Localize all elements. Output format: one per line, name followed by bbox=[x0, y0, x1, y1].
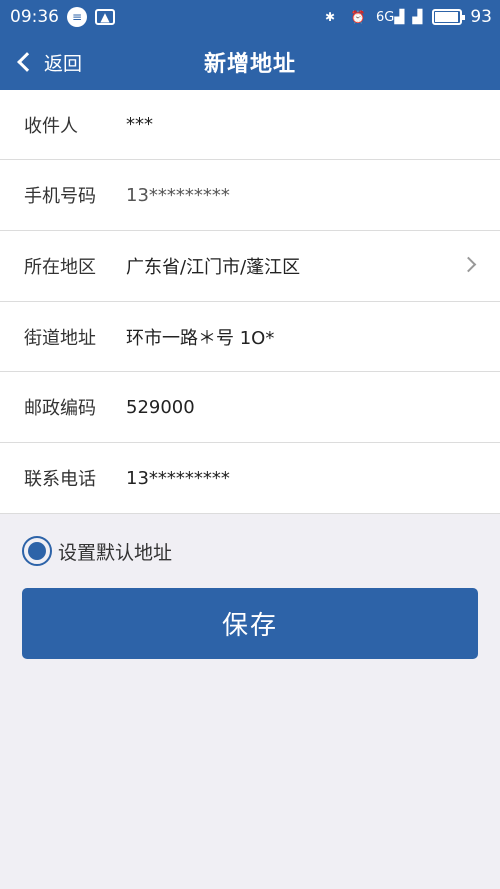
page-title: 新增地址 bbox=[203, 52, 296, 77]
postcode-row[interactable]: 邮政编码 529000 bbox=[0, 372, 500, 443]
mobile-label: 手机号码 bbox=[24, 186, 96, 207]
chevron-left-icon bbox=[17, 52, 37, 72]
save-container: 保存 bbox=[0, 588, 500, 659]
status-bar: 09:36 ≡ ▲ ✱ ⏰ 6G ▟ ▟ 93 bbox=[0, 0, 500, 34]
battery-icon bbox=[432, 9, 466, 25]
region-label: 所在地区 bbox=[24, 257, 96, 278]
default-address-radio[interactable] bbox=[22, 536, 52, 566]
image-message-icon: ▲ bbox=[95, 9, 115, 25]
phone-field[interactable]: 13********* bbox=[126, 468, 476, 489]
postcode-label: 邮政编码 bbox=[24, 398, 96, 419]
street-row[interactable]: 街道地址 环市一路＊号 1O* bbox=[0, 302, 500, 372]
back-label: 返回 bbox=[44, 52, 83, 75]
save-button[interactable]: 保存 bbox=[22, 588, 478, 659]
alarm-clock-icon: ⏰ bbox=[350, 10, 366, 24]
postcode-field[interactable]: 529000 bbox=[126, 397, 476, 418]
recipient-field[interactable]: *** bbox=[126, 114, 476, 135]
region-row[interactable]: 所在地区 广东省/江门市/蓬江区 bbox=[0, 231, 500, 302]
phone-row[interactable]: 联系电话 13********* bbox=[0, 443, 500, 514]
navigation-bar: 返回 新增地址 bbox=[0, 34, 500, 90]
street-field[interactable]: 环市一路＊号 1O* bbox=[126, 324, 476, 350]
default-address-label: 设置默认地址 bbox=[58, 541, 173, 564]
mobile-row[interactable]: 手机号码 13********* bbox=[0, 160, 500, 231]
default-address-option[interactable]: 设置默认地址 bbox=[0, 514, 500, 588]
recipient-row[interactable]: 收件人 *** bbox=[0, 90, 500, 160]
status-time: 09:36 bbox=[10, 7, 59, 27]
bluetooth-icon: ✱ bbox=[324, 10, 336, 24]
signal-icon-2: ▟ bbox=[412, 9, 423, 25]
back-button[interactable]: 返回 bbox=[14, 34, 82, 90]
battery-level: 93 bbox=[470, 7, 492, 27]
signal-icon: 6G ▟ bbox=[376, 9, 405, 25]
mobile-field[interactable]: 13********* bbox=[126, 185, 476, 206]
address-form: 收件人 *** 手机号码 13********* 所在地区 广东省/江门市/蓬江… bbox=[0, 90, 500, 514]
phone-label: 联系电话 bbox=[24, 469, 96, 490]
recipient-label: 收件人 bbox=[24, 115, 78, 137]
region-field[interactable]: 广东省/江门市/蓬江区 bbox=[126, 253, 476, 279]
radio-selected-indicator bbox=[28, 542, 46, 560]
street-label: 街道地址 bbox=[24, 327, 96, 349]
chat-bubble-icon: ≡ bbox=[67, 7, 87, 27]
